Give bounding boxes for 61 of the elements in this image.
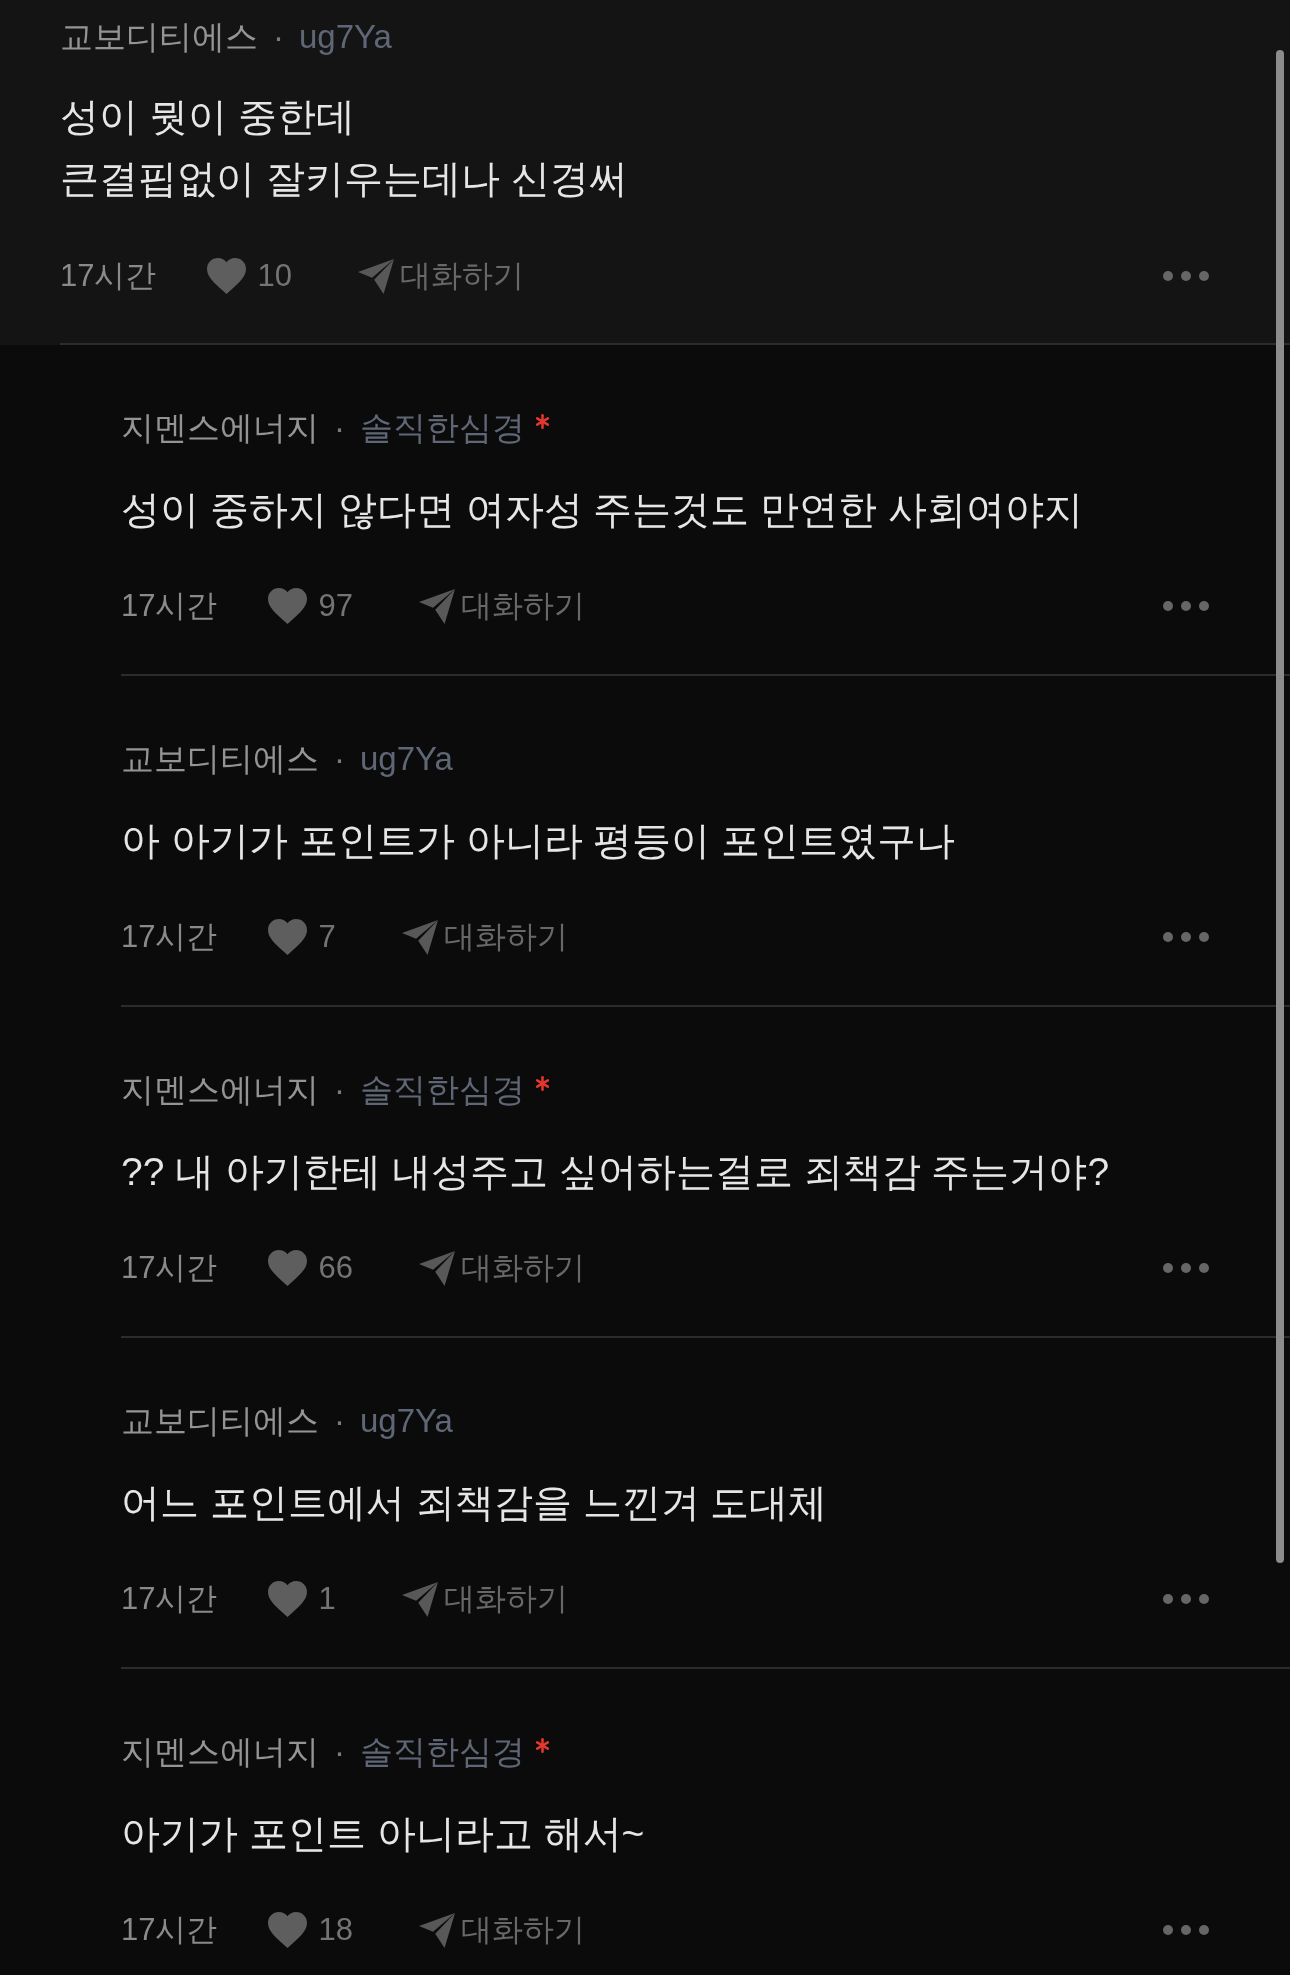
heart-icon	[268, 1912, 308, 1948]
like-button[interactable]: 10	[207, 256, 292, 296]
heart-icon	[268, 919, 308, 955]
nickname[interactable]: ug7Ya	[299, 18, 392, 56]
company-name: 지멘스에너지	[121, 1731, 319, 1772]
separator-dot: ·	[334, 1402, 345, 1440]
comment-text: 아기가 포인트 아니라고 해서~	[121, 1811, 645, 1857]
chat-button[interactable]: 대화하기	[418, 1910, 585, 1950]
company-name: 교보디티에스	[121, 738, 319, 779]
comment-text: 성이 뭣이 중한데 큰결핍없이 잘키우는데나 신경써	[60, 94, 628, 202]
heart-icon	[268, 1250, 308, 1286]
like-button[interactable]: 97	[268, 586, 353, 626]
timestamp: 17시간	[121, 918, 218, 956]
paper-plane-icon	[418, 1912, 455, 1948]
heart-icon	[207, 258, 247, 294]
timestamp: 17시간	[121, 1911, 218, 1949]
like-button[interactable]: 66	[268, 1248, 353, 1288]
separator-dot: ·	[273, 18, 284, 56]
paper-plane-icon	[418, 588, 455, 624]
more-icon[interactable]	[1163, 932, 1209, 942]
timestamp: 17시간	[121, 587, 218, 625]
more-icon[interactable]	[1163, 1925, 1209, 1935]
company-name: 교보디티에스	[121, 1400, 319, 1441]
timestamp: 17시간	[121, 1580, 218, 1618]
like-button[interactable]: 1	[268, 1579, 336, 1619]
like-button[interactable]: 7	[268, 917, 336, 957]
separator-dot: ·	[334, 740, 345, 778]
comment-text: 성이 중하지 않다면 여자성 주는것도 만연한 사회여야지	[121, 487, 1083, 533]
like-button[interactable]: 18	[268, 1910, 353, 1950]
chat-button[interactable]: 대화하기	[357, 256, 524, 296]
paper-plane-icon	[401, 919, 438, 955]
paper-plane-icon	[401, 1581, 438, 1617]
company-name: 교보디티에스	[60, 16, 258, 57]
nickname[interactable]: 솔직한심경	[360, 405, 525, 451]
nickname[interactable]: 솔직한심경	[360, 1729, 525, 1775]
more-icon[interactable]	[1163, 1594, 1209, 1604]
paper-plane-icon	[418, 1250, 455, 1286]
more-icon[interactable]	[1163, 1263, 1209, 1273]
separator-dot: ·	[334, 1733, 345, 1771]
company-name: 지멘스에너지	[121, 1069, 319, 1110]
chat-button[interactable]: 대화하기	[401, 1579, 568, 1619]
comment-text: 아 아기가 포인트가 아니라 평등이 포인트였구나	[121, 818, 956, 864]
paper-plane-icon	[357, 258, 394, 294]
company-name: 지멘스에너지	[121, 407, 319, 448]
timestamp: 17시간	[121, 1249, 218, 1287]
more-icon[interactable]	[1163, 271, 1209, 281]
separator-dot: ·	[334, 1071, 345, 1109]
nickname[interactable]: ug7Ya	[360, 1402, 453, 1440]
comment-text: ?? 내 아기한테 내성주고 싶어하는걸로 죄책감 주는거야?	[121, 1149, 1110, 1195]
separator-dot: ·	[334, 409, 345, 447]
more-icon[interactable]	[1163, 601, 1209, 611]
comment-text: 어느 포인트에서 죄책감을 느낀겨 도대체	[121, 1480, 828, 1526]
timestamp: 17시간	[60, 257, 157, 295]
heart-icon	[268, 1581, 308, 1617]
nickname[interactable]: 솔직한심경	[360, 1067, 525, 1113]
chat-button[interactable]: 대화하기	[418, 1248, 585, 1288]
nickname[interactable]: ug7Ya	[360, 740, 453, 778]
scrollbar[interactable]	[1276, 50, 1284, 1563]
chat-button[interactable]: 대화하기	[418, 586, 585, 626]
chat-button[interactable]: 대화하기	[401, 917, 568, 957]
heart-icon	[268, 588, 308, 624]
